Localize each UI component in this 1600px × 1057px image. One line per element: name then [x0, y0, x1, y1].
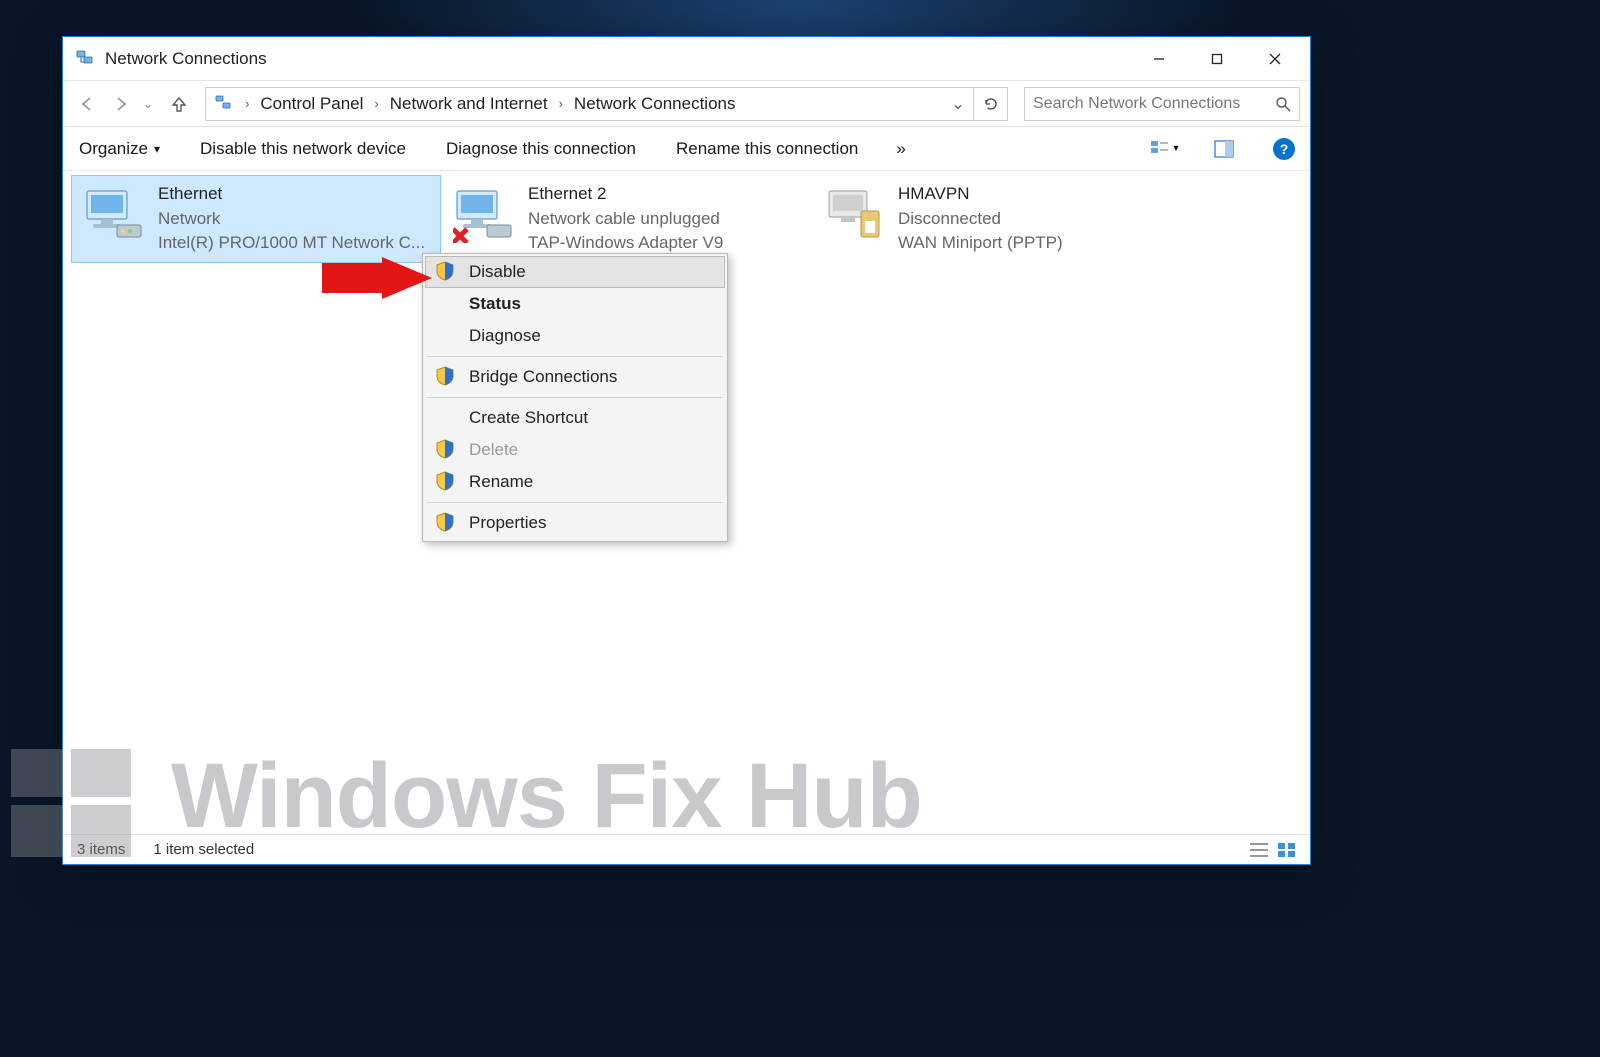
breadcrumb-network-connections[interactable]: Network Connections	[572, 88, 738, 120]
toolbar: Organize▾ Disable this network device Di…	[63, 127, 1310, 171]
adapter-desc: Intel(R) PRO/1000 MT Network C...	[158, 231, 425, 256]
status-item-count: 3 items	[77, 841, 125, 858]
large-icons-view-icon[interactable]	[1278, 843, 1296, 857]
search-icon	[1275, 96, 1291, 112]
breadcrumb-dropdown-button[interactable]: ⌄	[943, 94, 973, 114]
context-delete: Delete	[425, 434, 725, 466]
breadcrumb-icon	[212, 95, 236, 113]
shield-icon	[435, 366, 457, 388]
adapter-status: Network	[158, 207, 425, 232]
nav-history-chevron-icon[interactable]: ⌄	[143, 97, 153, 111]
view-options-button[interactable]: ▾	[1148, 133, 1180, 165]
adapter-status: Disconnected	[898, 207, 1063, 232]
adapter-icon	[452, 182, 516, 246]
adapter-status: Network cable unplugged	[528, 207, 723, 232]
statusbar: 3 items 1 item selected	[63, 834, 1310, 864]
maximize-button[interactable]	[1188, 39, 1246, 79]
menu-separator	[427, 397, 723, 398]
nav-forward-button[interactable]	[107, 90, 135, 118]
nav-back-button[interactable]	[73, 90, 101, 118]
context-shortcut[interactable]: Create Shortcut	[425, 402, 725, 434]
adapter-name: Ethernet 2	[528, 182, 723, 207]
adapter-hmavpn[interactable]: HMAVPN Disconnected WAN Miniport (PPTP)	[811, 175, 1181, 263]
adapter-desc: WAN Miniport (PPTP)	[898, 231, 1063, 256]
menu-separator	[427, 502, 723, 503]
context-status[interactable]: Status	[425, 288, 725, 320]
toolbar-overflow-button[interactable]: »	[892, 131, 909, 167]
rename-connection-button[interactable]: Rename this connection	[670, 131, 864, 167]
menu-separator	[427, 356, 723, 357]
adapter-ethernet[interactable]: Ethernet Network Intel(R) PRO/1000 MT Ne…	[71, 175, 441, 263]
status-selected-count: 1 item selected	[153, 841, 254, 858]
context-properties[interactable]: Properties	[425, 507, 725, 539]
shield-icon	[435, 439, 457, 461]
context-disable[interactable]: Disable	[425, 256, 725, 288]
organize-button[interactable]: Organize▾	[73, 131, 166, 167]
help-button[interactable]: ?	[1268, 133, 1300, 165]
window-title: Network Connections	[105, 49, 1130, 69]
details-view-icon[interactable]	[1250, 843, 1268, 857]
adapter-icon	[822, 182, 886, 246]
adapter-ethernet-2[interactable]: Ethernet 2 Network cable unplugged TAP-W…	[441, 175, 811, 263]
shield-icon	[435, 512, 457, 534]
context-rename[interactable]: Rename	[425, 466, 725, 498]
adapter-name: Ethernet	[158, 182, 425, 207]
context-bridge[interactable]: Bridge Connections	[425, 361, 725, 393]
adapter-name: HMAVPN	[898, 182, 1063, 207]
diagnose-connection-button[interactable]: Diagnose this connection	[440, 131, 642, 167]
breadcrumb-sep-icon: ›	[236, 96, 258, 111]
titlebar: Network Connections	[63, 37, 1310, 81]
context-diagnose[interactable]: Diagnose	[425, 320, 725, 352]
breadcrumb-control-panel[interactable]: Control Panel	[258, 88, 365, 120]
breadcrumb-bar[interactable]: › Control Panel › Network and Internet ›…	[205, 87, 1008, 121]
context-menu: Disable Status Diagnose Bridge Connectio…	[422, 253, 728, 542]
disable-device-button[interactable]: Disable this network device	[194, 131, 412, 167]
breadcrumb-network-internet[interactable]: Network and Internet	[388, 88, 550, 120]
shield-icon	[435, 471, 457, 493]
search-placeholder: Search Network Connections	[1033, 95, 1275, 113]
preview-pane-button[interactable]	[1208, 133, 1240, 165]
shield-icon	[435, 261, 457, 283]
nav-up-button[interactable]	[165, 90, 193, 118]
close-button[interactable]	[1246, 39, 1304, 79]
navbar: ⌄ › Control Panel › Network and Internet…	[63, 81, 1310, 127]
search-input[interactable]: Search Network Connections	[1024, 87, 1300, 121]
breadcrumb-sep-icon: ›	[365, 96, 387, 111]
adapter-icon	[82, 182, 146, 246]
network-connections-icon	[75, 49, 95, 69]
help-icon: ?	[1273, 138, 1295, 160]
refresh-button[interactable]	[973, 88, 1007, 120]
breadcrumb-sep-icon: ›	[550, 96, 572, 111]
minimize-button[interactable]	[1130, 39, 1188, 79]
